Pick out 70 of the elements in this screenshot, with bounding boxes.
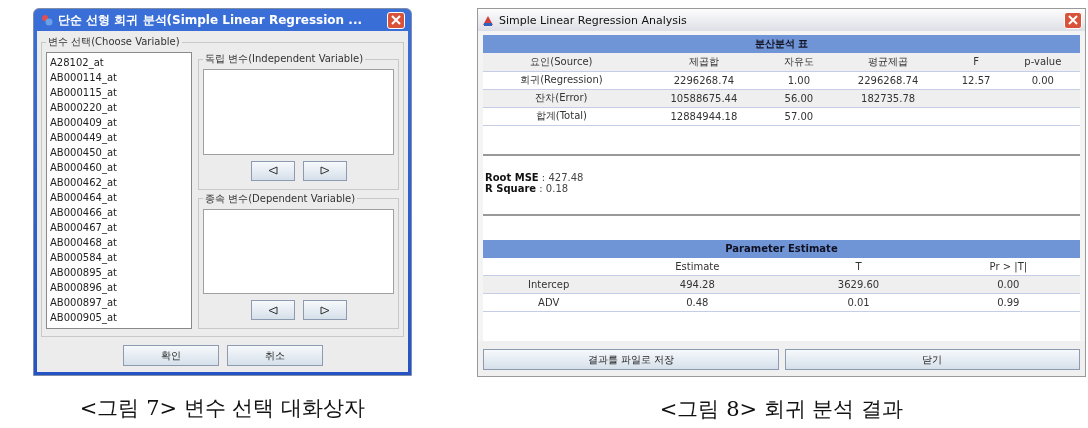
table-cell: 0.00 bbox=[1005, 71, 1080, 89]
variable-box[interactable] bbox=[203, 208, 394, 294]
triangle-right-icon bbox=[319, 166, 330, 175]
table-cell: 12.57 bbox=[946, 71, 1006, 89]
move-right-button[interactable] bbox=[302, 300, 347, 320]
table-title: Parameter Estimate bbox=[483, 239, 1080, 258]
dialog-button[interactable]: 확인 bbox=[122, 345, 219, 366]
table-cell: 0.48 bbox=[614, 293, 781, 312]
column-header: 자유도 bbox=[768, 53, 830, 71]
list-item[interactable]: A28102_at bbox=[50, 56, 188, 70]
table-cell: 회귀(Regression) bbox=[483, 71, 640, 89]
column-header: 요인(Source) bbox=[483, 53, 640, 71]
table-cell: 1.00 bbox=[768, 71, 830, 89]
column-header: T bbox=[780, 257, 937, 276]
list-item[interactable]: AB000114_at bbox=[50, 71, 188, 85]
move-right-button[interactable] bbox=[302, 160, 347, 181]
list-item[interactable]: AB000896_at bbox=[50, 281, 188, 295]
column-header: Pr > |T| bbox=[936, 257, 1080, 276]
list-item[interactable]: AB000220_at bbox=[50, 101, 188, 115]
column-header: F bbox=[946, 53, 1006, 71]
table-cell: 2296268.74 bbox=[829, 71, 947, 89]
table-cell: 0.99 bbox=[936, 293, 1080, 312]
move-left-button[interactable] bbox=[250, 300, 295, 320]
figure-caption: <그림 8> 회귀 분석 결과 bbox=[659, 396, 904, 423]
list-item[interactable]: AB000467_at bbox=[50, 221, 188, 235]
list-item[interactable]: AB000409_at bbox=[50, 116, 188, 130]
stat-text: R Square : 0.18 bbox=[485, 182, 570, 194]
triangle-left-icon bbox=[267, 305, 278, 315]
list-item[interactable]: AB000897_at bbox=[50, 296, 188, 310]
column-header: 제곱합 bbox=[639, 53, 769, 71]
table-cell: 합계(Total) bbox=[483, 107, 640, 125]
group-label: 변수 선택(Choose Variable) bbox=[47, 35, 181, 49]
close-button[interactable] bbox=[387, 11, 405, 29]
list-item[interactable]: AB000460_at bbox=[50, 161, 188, 175]
list-item[interactable]: AB000468_at bbox=[50, 236, 188, 250]
list-item[interactable]: AB000449_at bbox=[50, 131, 188, 145]
triangle-left-icon bbox=[267, 166, 278, 175]
close-button[interactable] bbox=[1064, 11, 1082, 29]
variable-box[interactable] bbox=[203, 69, 394, 155]
close-icon bbox=[1068, 15, 1078, 25]
table-title: 분산분석 표 bbox=[483, 35, 1080, 53]
list-item[interactable]: AB000895_at bbox=[50, 266, 188, 280]
list-item[interactable]: AB000466_at bbox=[50, 206, 188, 220]
table-cell: 2296268.74 bbox=[639, 71, 769, 89]
group-label: 독립 변수(Independent Variable) bbox=[204, 52, 365, 66]
figure-caption: <그림 7> 변수 선택 대화상자 bbox=[79, 395, 366, 422]
table-cell: 0.01 bbox=[780, 293, 937, 312]
table-cell: 57.00 bbox=[768, 107, 830, 125]
window-title: Simple Linear Regression Analysis bbox=[499, 13, 688, 27]
table-cell: 12884944.18 bbox=[639, 107, 769, 125]
list-item[interactable]: AB000462_at bbox=[50, 176, 188, 190]
dialog-button[interactable]: 결과를 파일로 저장 bbox=[483, 349, 779, 370]
column-header: p-value bbox=[1005, 53, 1080, 71]
group-label: 종속 변수(Dependent Variable) bbox=[204, 191, 357, 206]
column-header: Estimate bbox=[614, 257, 781, 276]
list-item[interactable]: AB000115_at bbox=[50, 86, 188, 100]
list-item[interactable]: AB000464_at bbox=[50, 191, 188, 205]
dialog-button[interactable]: 취소 bbox=[226, 345, 323, 366]
dialog-button[interactable]: 닫기 bbox=[784, 349, 1080, 370]
close-icon bbox=[391, 15, 401, 25]
column-header: 평균제곱 bbox=[829, 53, 947, 71]
window-title: 단순 선형 회귀 분석(Simple Linear Regression ... bbox=[58, 11, 363, 29]
app-icon bbox=[40, 13, 54, 27]
table-cell: ADV bbox=[483, 293, 615, 312]
list-item[interactable]: AB000905_at bbox=[50, 311, 188, 325]
list-item[interactable]: AB000450_at bbox=[50, 146, 188, 160]
stat-text: Root MSE : 427.48 bbox=[485, 171, 585, 183]
move-left-button[interactable] bbox=[250, 160, 295, 181]
triangle-right-icon bbox=[319, 305, 330, 315]
list-item[interactable]: AB000584_at bbox=[50, 251, 188, 265]
